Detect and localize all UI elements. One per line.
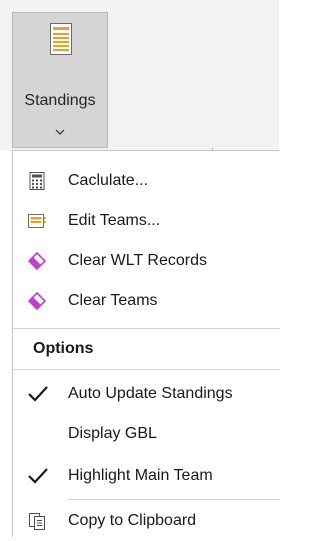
menu-item-copy-to-clipboard[interactable]: Copy to Clipboard: [13, 501, 280, 541]
standings-ribbon-button[interactable]: Standings: [12, 12, 108, 148]
options-header-label: Options: [33, 340, 94, 357]
menu-separator: [13, 369, 280, 370]
menu-item-label: Edit Teams...: [68, 212, 161, 229]
menu-separator: [68, 499, 280, 500]
standings-button-label: Standings: [24, 92, 96, 109]
option-highlight-main-team[interactable]: Highlight Main Team: [13, 456, 280, 496]
calculator-icon: [28, 172, 46, 190]
menu-item-label: Clear WLT Records: [68, 252, 207, 269]
option-label: Highlight Main Team: [68, 467, 213, 484]
checkmark-icon: [27, 385, 49, 403]
standings-dropdown-menu: Caclulate... Edit Teams... Clear WLT Rec…: [12, 150, 280, 537]
menu-item-clear-wlt-records[interactable]: Clear WLT Records: [13, 241, 280, 281]
standings-sheet-icon: [50, 23, 72, 60]
menu-item-edit-teams[interactable]: Edit Teams...: [13, 201, 280, 241]
menu-item-label: Caclulate...: [68, 172, 149, 189]
menu-item-clear-teams[interactable]: Clear Teams: [13, 281, 280, 321]
option-auto-update-standings[interactable]: Auto Update Standings: [13, 374, 280, 414]
eraser-icon: [27, 251, 47, 271]
eraser-icon: [27, 291, 47, 311]
options-section-header: Options: [13, 329, 280, 369]
chevron-down-icon: [54, 123, 66, 141]
menu-item-label: Copy to Clipboard: [68, 512, 197, 529]
copy-icon: [28, 512, 46, 530]
option-label: Auto Update Standings: [68, 385, 233, 402]
option-label: Display GBL: [68, 425, 157, 442]
option-display-gbl[interactable]: Display GBL: [13, 414, 280, 454]
menu-item-label: Clear Teams: [68, 292, 158, 309]
menu-item-calculate[interactable]: Caclulate...: [13, 161, 280, 201]
checkmark-icon: [27, 467, 49, 485]
edit-teams-icon: [28, 212, 46, 230]
